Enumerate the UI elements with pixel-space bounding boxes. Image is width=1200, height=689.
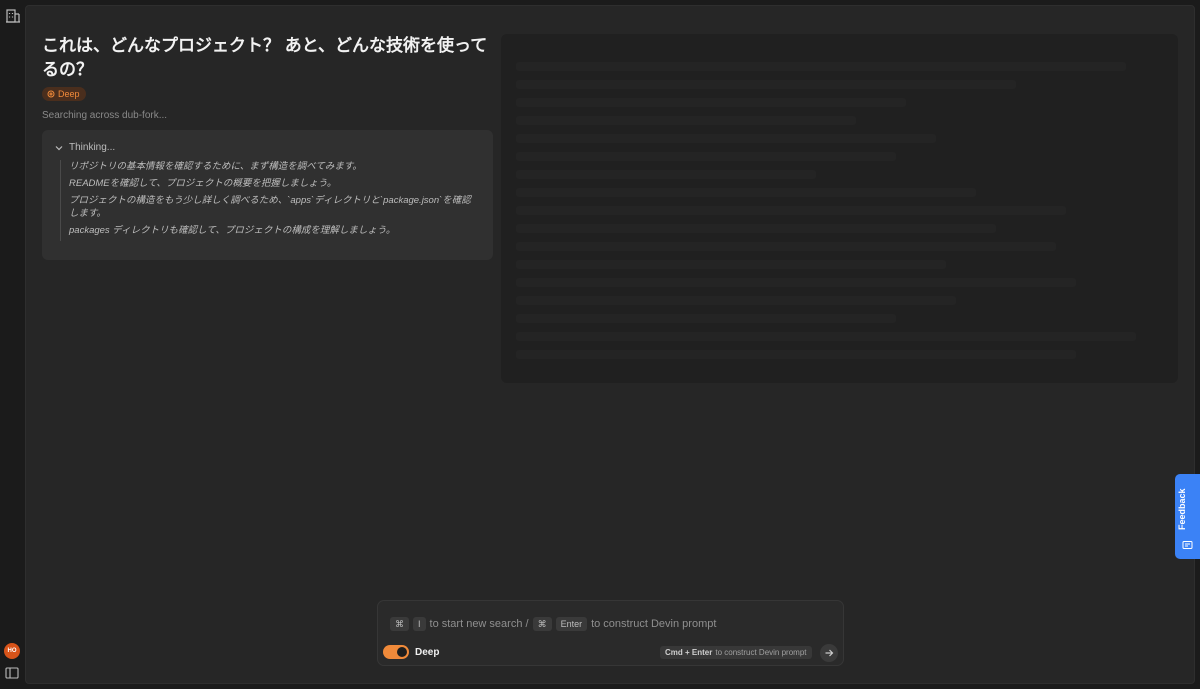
mode-badge-label: Deep: [58, 89, 80, 99]
thinking-line: プロジェクトの構造をもう少し詳しく調べるため、`apps`ディレクトリと`pac…: [69, 195, 471, 219]
i-key: I: [413, 617, 426, 631]
main-panel: これは、どんなプロジェクト？ あと、どんな技術を使ってるの？ Deep Sear…: [25, 5, 1195, 684]
prompt-box[interactable]: ⌘ I to start new search / ⌘ Enter to con…: [377, 600, 844, 666]
thinking-label: Thinking...: [69, 142, 116, 153]
skeleton-line: [516, 134, 936, 143]
chevron-down-icon: [55, 145, 63, 150]
thinking-panel: Thinking... リポジトリの基本情報を確認するために、まず構造を調べてみ…: [42, 130, 493, 260]
prompt-hint: ⌘ I to start new search / ⌘ Enter to con…: [390, 617, 716, 631]
cmd-enter-hint: Cmd + Enter to construct Devin prompt: [660, 646, 812, 659]
feedback-button[interactable]: Feedback: [1175, 474, 1200, 559]
skeleton-line: [516, 62, 1126, 71]
thinking-line: READMEを確認して、プロジェクトの概要を把握しましょう。: [69, 178, 337, 189]
deep-toggle[interactable]: Deep: [383, 645, 439, 659]
cmd-key: ⌘: [532, 617, 552, 631]
feedback-label: Feedback: [1177, 488, 1187, 530]
thinking-lines: リポジトリの基本情報を確認するために、まず構造を調べてみます。 READMEを確…: [60, 160, 480, 241]
message-icon: [1182, 541, 1193, 549]
thinking-line: リポジトリの基本情報を確認するために、まず構造を調べてみます。: [69, 161, 362, 172]
building-icon[interactable]: [5, 8, 21, 24]
avatar[interactable]: HO: [4, 643, 20, 659]
toggle-switch[interactable]: [383, 645, 409, 659]
skeleton-line: [516, 224, 996, 233]
skeleton-line: [516, 98, 906, 107]
deep-icon: [47, 90, 55, 98]
skeleton-line: [516, 350, 1076, 359]
arrow-right-icon: [825, 649, 834, 657]
cmd-key: ⌘: [390, 617, 409, 631]
search-status: Searching across dub-fork...: [42, 110, 168, 121]
cmd-enter-text: to construct Devin prompt: [715, 648, 807, 657]
enter-key: Enter: [555, 617, 588, 631]
deep-toggle-label: Deep: [415, 646, 440, 658]
thinking-toggle[interactable]: Thinking...: [54, 142, 115, 153]
sidebar: HO: [0, 0, 25, 689]
mode-badge: Deep: [42, 87, 86, 101]
skeleton-line: [516, 332, 1136, 341]
hint-construct: to construct Devin prompt: [591, 618, 717, 630]
skeleton-line: [516, 206, 1066, 215]
cmd-enter-keys: Cmd + Enter: [665, 648, 713, 657]
skeleton-line: [516, 242, 1056, 251]
skeleton-line: [516, 260, 946, 269]
question-title: これは、どんなプロジェクト？ あと、どんな技術を使ってるの？: [42, 36, 488, 79]
answer-loading-panel: [501, 34, 1178, 383]
skeleton-line: [516, 170, 816, 179]
skeleton-line: [516, 116, 856, 125]
skeleton-line: [516, 188, 976, 197]
skeleton-line: [516, 152, 896, 161]
skeleton-line: [516, 296, 956, 305]
hint-new-search: to start new search /: [429, 618, 529, 630]
skeleton-line: [516, 314, 896, 323]
send-button[interactable]: [820, 644, 838, 662]
sidebar-toggle-icon[interactable]: [5, 666, 19, 680]
thinking-line: packages ディレクトリも確認して、プロジェクトの構成を理解しましょう。: [69, 225, 396, 236]
skeleton-line: [516, 80, 1016, 89]
skeleton-line: [516, 278, 1076, 287]
